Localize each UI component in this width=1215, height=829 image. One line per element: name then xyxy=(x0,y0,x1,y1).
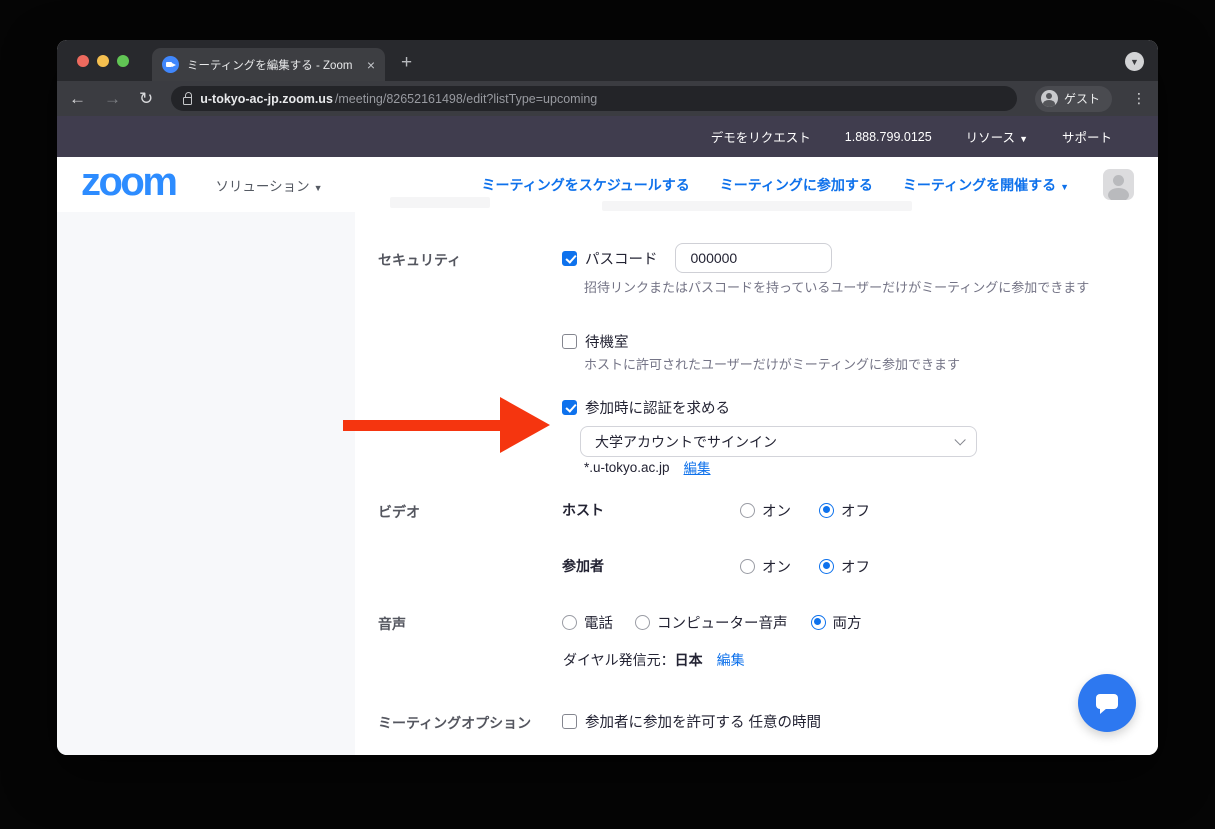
audio-phone-label: 電話 xyxy=(584,612,613,633)
reload-icon[interactable]: ↻ xyxy=(139,90,153,107)
video-host-off-radio[interactable] xyxy=(819,503,834,518)
chat-bubble-icon xyxy=(1096,694,1118,709)
video-participant-on-radio[interactable] xyxy=(740,559,755,574)
audio-computer-label: コンピューター音声 xyxy=(657,612,788,633)
passcode-label: パスコード xyxy=(585,248,658,269)
solutions-menu[interactable]: ソリューション▼ xyxy=(215,175,322,195)
browser-menu-icon[interactable]: ⋮ xyxy=(1132,90,1146,107)
ghost-content xyxy=(390,197,490,208)
chevron-down-icon: ▼ xyxy=(1060,182,1069,192)
schedule-meeting-link[interactable]: ミーティングをスケジュールする xyxy=(482,175,690,195)
profile-icon xyxy=(1041,90,1058,107)
chevron-down-icon: ▼ xyxy=(314,183,323,193)
security-section-label: セキュリティ xyxy=(378,250,461,270)
dial-from-label: ダイヤル発信元： xyxy=(563,650,675,670)
phone-link[interactable]: 1.888.799.0125 xyxy=(845,130,932,144)
site-topbar: デモをリクエスト 1.888.799.0125 リソース▼ サポート xyxy=(57,116,1158,157)
video-participant-off-label: オフ xyxy=(841,556,870,577)
url-path: /meeting/82652161498/edit?listType=upcom… xyxy=(335,92,597,106)
browser-tab[interactable]: ミーティングを編集する - Zoom × xyxy=(152,48,385,81)
video-participant-on-label: オン xyxy=(762,556,819,577)
profile-label: ゲスト xyxy=(1064,90,1100,107)
browser-window: ミーティングを編集する - Zoom × + ▼ ← → ↻ u-tokyo-a… xyxy=(57,40,1158,755)
join-anytime-checkbox[interactable] xyxy=(562,714,577,729)
ghost-content xyxy=(602,201,912,211)
tab-search-icon[interactable]: ▼ xyxy=(1125,52,1144,71)
video-host-off-label: オフ xyxy=(841,500,870,521)
tab-strip: ミーティングを編集する - Zoom × + ▼ xyxy=(57,40,1158,81)
page-content: セキュリティ パスコード 招待リンクまたはパスコードを持っているユーザーだけがミ… xyxy=(57,212,1158,755)
window-controls xyxy=(77,55,129,67)
auth-domain: *.u-tokyo.ac.jp xyxy=(584,460,670,475)
chat-fab-button[interactable] xyxy=(1078,674,1136,732)
video-host-on-radio[interactable] xyxy=(740,503,755,518)
url-host: u-tokyo-ac-jp.zoom.us xyxy=(200,92,333,106)
sidebar xyxy=(57,212,355,755)
audio-both-radio[interactable] xyxy=(811,615,826,630)
video-host-row: ホスト オン オフ xyxy=(562,500,870,520)
video-participant-off-radio[interactable] xyxy=(819,559,834,574)
auth-domain-row: *.u-tokyo.ac.jp 編集 xyxy=(584,458,711,476)
video-section-label: ビデオ xyxy=(378,502,420,522)
chevron-down-icon xyxy=(954,434,965,445)
minimize-window-button[interactable] xyxy=(97,55,109,67)
resources-menu[interactable]: リソース▼ xyxy=(966,127,1028,146)
support-link[interactable]: サポート xyxy=(1062,127,1112,146)
zoom-logo[interactable]: zoom xyxy=(81,166,175,198)
join-anytime-row: 参加者に参加を許可する 任意の時間 xyxy=(562,710,821,732)
auth-checkbox[interactable] xyxy=(562,400,577,415)
waiting-room-row: 待機室 xyxy=(562,330,629,352)
passcode-description: 招待リンクまたはパスコードを持っているユーザーだけがミーティングに参加できます xyxy=(584,277,1089,296)
dial-from-country: 日本 xyxy=(675,650,703,670)
meeting-options-section-label: ミーティングオプション xyxy=(378,713,531,733)
annotation-arrow-icon xyxy=(343,397,553,454)
meeting-edit-form: セキュリティ パスコード 招待リンクまたはパスコードを持っているユーザーだけがミ… xyxy=(355,212,1158,755)
auth-domain-edit-link[interactable]: 編集 xyxy=(684,457,711,477)
auth-row: 参加時に認証を求める xyxy=(562,396,730,418)
forward-icon[interactable]: → xyxy=(104,90,121,107)
request-demo-link[interactable]: デモをリクエスト xyxy=(711,127,811,146)
profile-chip[interactable]: ゲスト xyxy=(1035,86,1112,112)
join-meeting-link[interactable]: ミーティングに参加する xyxy=(720,175,873,195)
avatar[interactable] xyxy=(1103,169,1134,200)
join-anytime-label: 参加者に参加を許可する 任意の時間 xyxy=(585,711,821,732)
waiting-room-checkbox[interactable] xyxy=(562,334,577,349)
waiting-room-description: ホストに許可されたユーザーだけがミーティングに参加できます xyxy=(584,354,960,373)
dial-from-row: ダイヤル発信元： 日本 編集 xyxy=(563,650,745,670)
video-participant-row: 参加者 オン オフ xyxy=(562,556,870,576)
audio-computer-radio[interactable] xyxy=(635,615,650,630)
zoom-favicon-icon xyxy=(162,56,179,73)
address-bar[interactable]: u-tokyo-ac-jp.zoom.us/meeting/8265216149… xyxy=(171,86,1017,111)
auth-method-select[interactable]: 大学アカウントでサインイン xyxy=(580,426,977,457)
tab-title: ミーティングを編集する - Zoom xyxy=(187,57,359,73)
audio-row: 電話 コンピューター音声 両方 xyxy=(562,612,862,632)
audio-section-label: 音声 xyxy=(378,614,406,634)
browser-toolbar: ← → ↻ u-tokyo-ac-jp.zoom.us/meeting/8265… xyxy=(57,81,1158,116)
passcode-input[interactable] xyxy=(675,243,832,273)
auth-label: 参加時に認証を求める xyxy=(585,397,730,418)
passcode-row: パスコード xyxy=(562,243,832,273)
fullscreen-window-button[interactable] xyxy=(117,55,129,67)
new-tab-button[interactable]: + xyxy=(401,52,412,81)
video-host-on-label: オン xyxy=(762,500,819,521)
back-icon[interactable]: ← xyxy=(69,90,86,107)
audio-phone-radio[interactable] xyxy=(562,615,577,630)
video-participant-label: 参加者 xyxy=(562,556,740,576)
close-window-button[interactable] xyxy=(77,55,89,67)
audio-both-label: 両方 xyxy=(833,612,862,633)
site-header: zoom ソリューション▼ ミーティングをスケジュールする ミーティングに参加す… xyxy=(57,157,1158,212)
dial-from-edit-link[interactable]: 編集 xyxy=(717,650,745,670)
host-meeting-menu[interactable]: ミーティングを開催する▼ xyxy=(903,175,1069,195)
waiting-room-label: 待機室 xyxy=(585,331,629,352)
auth-method-value: 大学アカウントでサインイン xyxy=(595,432,777,452)
tab-close-icon[interactable]: × xyxy=(367,57,375,73)
header-nav: ミーティングをスケジュールする ミーティングに参加する ミーティングを開催する▼ xyxy=(482,169,1134,200)
passcode-checkbox[interactable] xyxy=(562,251,577,266)
lock-icon[interactable] xyxy=(183,97,192,105)
chevron-down-icon: ▼ xyxy=(1019,134,1028,144)
video-host-label: ホスト xyxy=(562,500,740,520)
